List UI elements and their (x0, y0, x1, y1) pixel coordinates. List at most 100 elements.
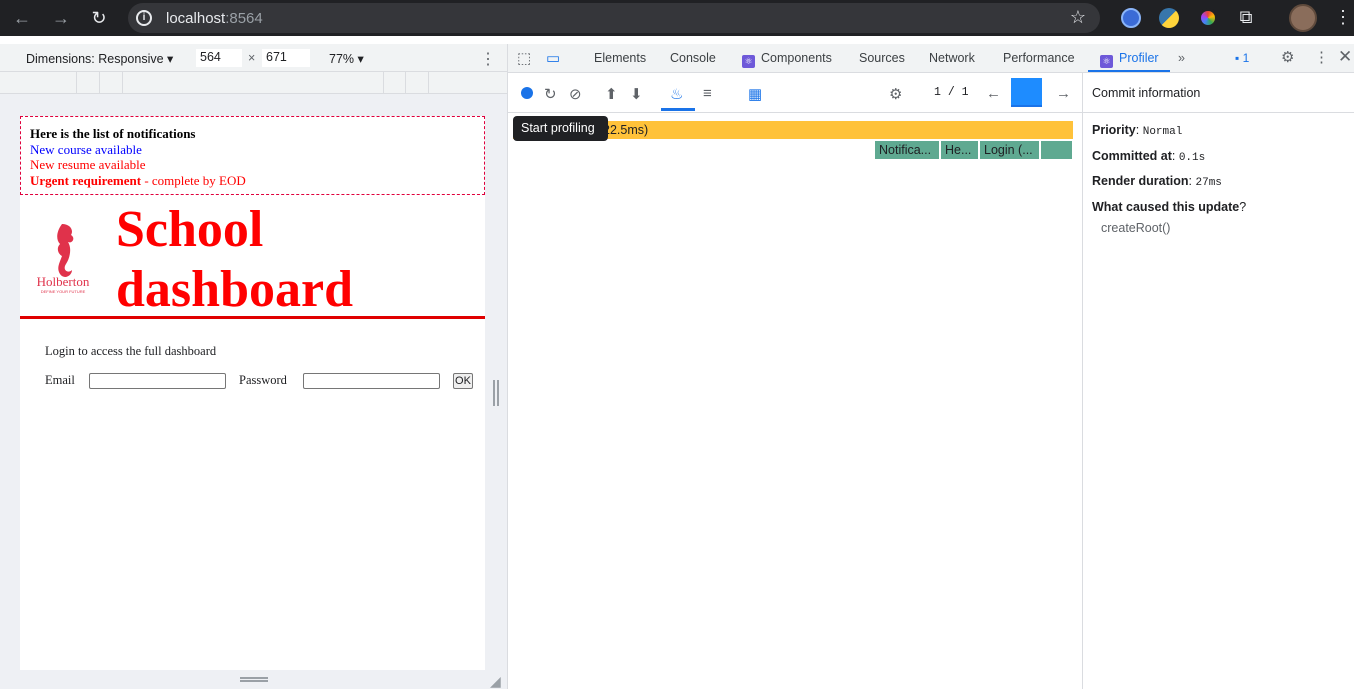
ruler-segment[interactable] (428, 72, 429, 94)
react-icon: ⚛ (742, 55, 755, 68)
site-info-icon[interactable]: i (136, 10, 152, 26)
tab-profiler-label: Profiler (1119, 51, 1159, 65)
reload-profile-icon[interactable]: ↻ (544, 85, 557, 103)
tab-sources[interactable]: Sources (859, 51, 905, 65)
inspect-element-icon[interactable]: ⬚ (517, 49, 531, 67)
notification-item[interactable]: New course available (30, 142, 484, 158)
notification-item[interactable]: New resume available (30, 157, 484, 173)
page-title: School dashboard (116, 200, 353, 320)
notifications-title: Here is the list of notifications (30, 126, 196, 141)
bookmark-star-icon[interactable]: ☆ (1070, 7, 1086, 28)
password-field[interactable] (303, 373, 440, 389)
resize-corner-icon[interactable]: ◢ (490, 673, 501, 689)
url-text: localhost:8564 (166, 10, 263, 27)
ranked-chart-icon[interactable]: ≡ (703, 85, 712, 102)
device-more-icon[interactable]: ⋮ (480, 49, 496, 69)
extensions-puzzle-icon[interactable]: ⧉ (1234, 5, 1258, 29)
active-tab-indicator (1088, 70, 1170, 72)
email-label: Email (45, 373, 75, 387)
sidebar-header: Commit information (1083, 73, 1354, 113)
flame-child-login[interactable]: Login (... (980, 141, 1040, 159)
cause-question-mark: ? (1239, 200, 1247, 214)
forward-arrow-icon[interactable]: → (49, 6, 73, 30)
profile-avatar[interactable] (1289, 4, 1317, 32)
devtools-menu-icon[interactable]: ⋮ (1314, 48, 1329, 66)
tab-profiler[interactable]: ⚛ Profiler (1100, 51, 1159, 68)
load-profile-icon[interactable]: ⬆ (605, 85, 618, 103)
address-bar[interactable]: i localhost:8564 ☆ (128, 3, 1100, 33)
login-text: Login to access the full dashboard (45, 344, 217, 358)
media-query-ruler (0, 72, 507, 94)
tab-console[interactable]: Console (670, 51, 716, 65)
zoom-select[interactable]: 77% ▾ (329, 51, 364, 66)
width-input[interactable]: 564 (196, 49, 242, 67)
ruler-segment[interactable] (405, 72, 406, 94)
resize-handle-right[interactable] (493, 380, 499, 406)
issues-count: 1 (1242, 51, 1250, 65)
tab-elements[interactable]: Elements (594, 51, 646, 65)
seahorse-icon: Holberton DEFINE YOUR FUTURE (37, 224, 90, 294)
cause-row: What caused this update? (1092, 200, 1246, 214)
python-extension-icon[interactable] (1159, 8, 1179, 28)
priority-label: Priority (1092, 123, 1136, 137)
record-button[interactable] (521, 87, 533, 99)
ruler-segment[interactable] (76, 72, 77, 94)
height-input[interactable]: 671 (262, 49, 310, 67)
page-title-line1: School (116, 201, 264, 258)
notification-item-urgent[interactable]: Urgent requirement - complete by EOD (30, 173, 484, 189)
more-tabs-chevron-icon[interactable]: » (1178, 51, 1185, 65)
clear-profile-icon[interactable]: ⊘ (569, 85, 582, 103)
ruler-segment[interactable] (99, 72, 100, 94)
issues-badge[interactable]: ▪ 1 (1235, 51, 1249, 65)
extension-d-icon[interactable] (1121, 8, 1141, 28)
cause-value[interactable]: createRoot() (1101, 221, 1170, 235)
commit-bar[interactable] (1011, 78, 1042, 107)
notifications-panel: Here is the list of notifications New co… (20, 116, 485, 195)
timeline-calendar-icon[interactable]: ▦ (748, 85, 762, 103)
react-icon: ⚛ (1100, 55, 1113, 68)
committed-value: 0.1s (1178, 152, 1206, 164)
devtools-panel: ⬚ ▭ Elements Console ⚛ Components Sources… (507, 44, 1354, 689)
tab-performance[interactable]: Performance (1003, 51, 1075, 65)
flamegraph-active-indicator (661, 108, 695, 111)
flame-child-footer[interactable] (1041, 141, 1073, 159)
flame-child-header[interactable]: He... (941, 141, 979, 159)
ruler-segment[interactable] (122, 72, 123, 94)
devtools-tabbar: ⬚ ▭ Elements Console ⚛ Components Sources… (508, 44, 1354, 73)
settings-gear-icon[interactable]: ⚙ (1281, 48, 1294, 66)
urgent-rest: - complete by EOD (141, 172, 246, 188)
email-field[interactable] (89, 373, 226, 389)
commit-total: 1 (961, 86, 969, 99)
commit-counter: 1 / 1 (934, 86, 969, 99)
save-profile-icon[interactable]: ⬇ (630, 85, 643, 103)
flame-root-label: 22.5ms) (603, 123, 649, 137)
tab-network[interactable]: Network (929, 51, 975, 65)
commit-index: 1 (934, 86, 941, 99)
browser-menu-icon[interactable]: ⋮ (1334, 7, 1352, 28)
flamegraph-icon[interactable]: ♨ (670, 85, 683, 103)
resize-handle-bottom[interactable] (240, 677, 268, 682)
device-toggle-icon[interactable]: ▭ (546, 49, 560, 67)
ruler-segment[interactable] (383, 72, 384, 94)
logo-tagline: DEFINE YOUR FUTURE (41, 289, 86, 294)
dimensions-select[interactable]: Dimensions: Responsive ▾ (26, 51, 173, 66)
back-arrow-icon[interactable]: ← (10, 6, 34, 30)
ok-button[interactable]: OK (453, 373, 473, 389)
emulated-page: Here is the list of notifications New co… (20, 116, 485, 670)
profiler-settings-icon[interactable]: ⚙ (889, 85, 902, 103)
dimensions-label: Dimensions: Responsive (26, 52, 164, 66)
tab-components[interactable]: ⚛ Components (742, 51, 832, 68)
close-devtools-icon[interactable]: ✕ (1338, 47, 1352, 67)
cause-label: What caused this update (1092, 200, 1240, 214)
url-host: localhost (166, 10, 226, 27)
header-divider (20, 316, 485, 319)
reload-icon[interactable]: ↻ (87, 6, 111, 30)
zoom-label: 77% (329, 52, 355, 66)
next-commit-arrow-icon[interactable]: → (1056, 85, 1071, 102)
flame-child-notifications[interactable]: Notifica... (875, 141, 940, 159)
profiler-toolbar: ↻ ⊘ ⬆ ⬇ ♨ ≡ ▦ ⚙ 1 / 1 ← → (508, 73, 1082, 113)
color-extension-icon[interactable] (1198, 8, 1218, 28)
tooltip: Start profiling (513, 116, 608, 141)
prev-commit-arrow-icon[interactable]: ← (986, 85, 1001, 102)
priority-row: Priority: Normal (1092, 123, 1183, 138)
